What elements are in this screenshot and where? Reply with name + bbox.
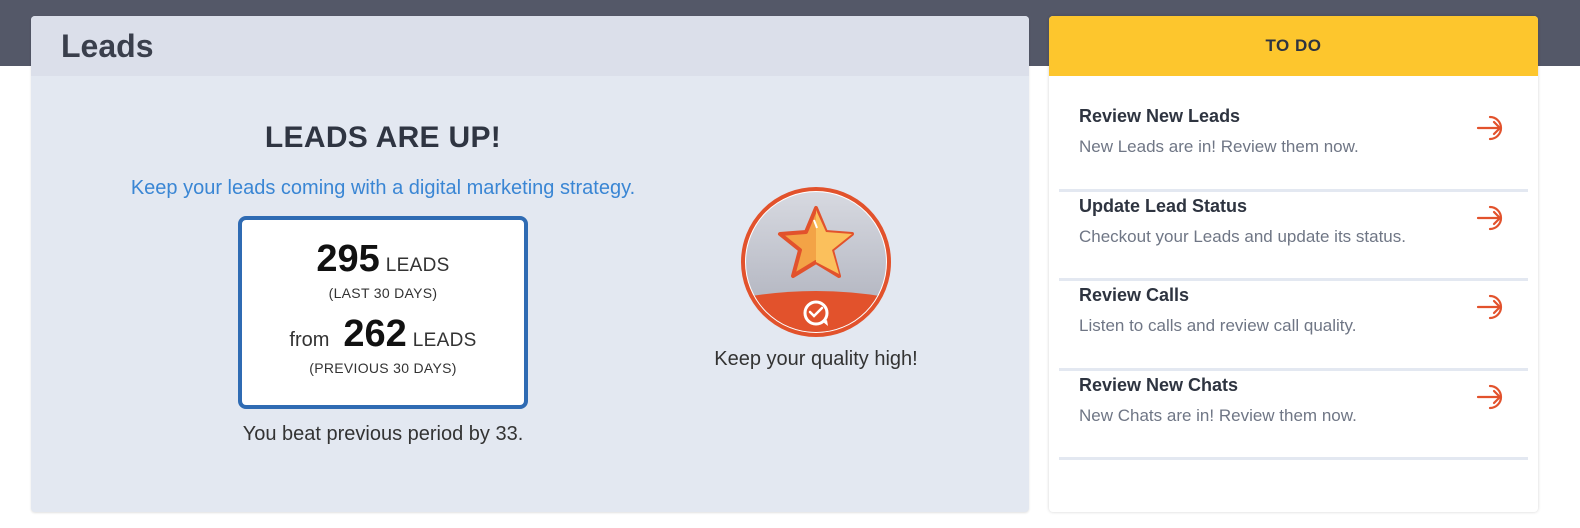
leads-stat-box: 295 LEADS (LAST 30 DAYS) from 262 LEADS … [238, 216, 528, 409]
todo-item-title: Review New Leads [1079, 106, 1241, 126]
previous-period-label: (PREVIOUS 30 DAYS) [309, 360, 457, 376]
todo-list: Review New Leads New Leads are in! Revie… [1049, 102, 1538, 460]
arrow-enter-icon[interactable] [1476, 204, 1510, 232]
todo-item-update-lead-status[interactable]: Update Lead Status Checkout your Leads a… [1059, 192, 1528, 281]
previous-leads-prefix: from [289, 329, 330, 351]
quality-caption: Keep your quality high! [714, 348, 918, 370]
todo-item-desc: Listen to calls and review call quality. [1079, 316, 1357, 335]
star-quality-badge-icon [741, 187, 891, 337]
todo-title: TO DO [1265, 36, 1322, 55]
previous-leads-row: from 262 LEADS [289, 313, 476, 356]
current-period-label: (LAST 30 DAYS) [328, 285, 438, 301]
leads-summary: LEADS ARE UP! Keep your leads coming wit… [83, 121, 683, 446]
todo-item-desc: New Leads are in! Review them now. [1079, 137, 1359, 156]
todo-item-review-new-leads[interactable]: Review New Leads New Leads are in! Revie… [1059, 102, 1528, 192]
quality-badge-block: Keep your quality high! [691, 186, 941, 371]
todo-item-title: Update Lead Status [1079, 195, 1248, 216]
todo-panel: TO DO Review New Leads New Leads are in!… [1049, 16, 1538, 512]
current-leads-count: 295 [316, 238, 380, 280]
current-leads-unit: LEADS [385, 255, 450, 276]
marketing-tagline: Keep your leads coming with a digital ma… [130, 177, 636, 199]
todo-item-review-calls[interactable]: Review Calls Listen to calls and review … [1059, 281, 1528, 371]
arrow-enter-icon[interactable] [1476, 114, 1510, 142]
todo-item-title: Review New Chats [1079, 374, 1239, 395]
leads-title: Leads [61, 27, 154, 64]
previous-leads-unit: LEADS [412, 330, 477, 351]
leads-headline: LEADS ARE UP! [264, 121, 502, 154]
leads-panel: Leads LEADS ARE UP! Keep your leads comi… [31, 16, 1029, 512]
arrow-enter-icon[interactable] [1476, 293, 1510, 321]
todo-item-desc: Checkout your Leads and update its statu… [1079, 226, 1406, 246]
todo-header: TO DO [1049, 16, 1538, 76]
todo-item-desc: New Chats are in! Review them now. [1079, 405, 1357, 425]
arrow-enter-icon[interactable] [1476, 383, 1510, 411]
leads-header: Leads [31, 16, 1029, 76]
todo-item-review-new-chats[interactable]: Review New Chats New Chats are in! Revie… [1059, 371, 1528, 460]
previous-leads-count: 262 [343, 313, 407, 355]
todo-item-title: Review Calls [1079, 285, 1190, 305]
beat-previous-text: You beat previous period by 33. [242, 423, 524, 445]
current-leads-row: 295 LEADS [316, 238, 449, 281]
